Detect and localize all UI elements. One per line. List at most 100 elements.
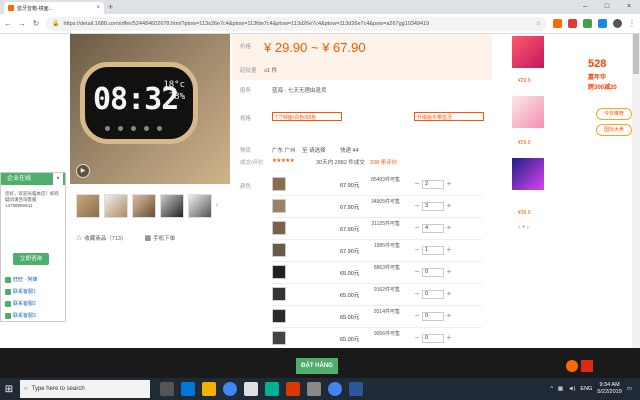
- maximize-icon[interactable]: □: [596, 0, 618, 14]
- reload-icon[interactable]: ↻: [32, 19, 40, 28]
- close-tab-icon[interactable]: ×: [96, 5, 100, 11]
- store-icon[interactable]: [244, 382, 258, 396]
- taskbar-clock[interactable]: 9:34 AM 5/22/2019: [597, 382, 621, 396]
- variant-thumbnail[interactable]: [272, 199, 286, 213]
- back-icon[interactable]: ←: [4, 19, 12, 28]
- network-icon[interactable]: ▦: [558, 386, 563, 392]
- variant-thumbnail[interactable]: [272, 177, 286, 191]
- chat-consult-button[interactable]: 立即咨询: [13, 253, 49, 265]
- variant-thumbnail[interactable]: [272, 221, 286, 235]
- recommend-item[interactable]: [512, 96, 544, 128]
- quantity-input[interactable]: 0: [422, 333, 444, 343]
- destination-select[interactable]: 至 请选择: [302, 146, 326, 154]
- quantity-input[interactable]: 1: [422, 245, 444, 255]
- increment-button[interactable]: +: [444, 201, 454, 211]
- tray-up-icon[interactable]: ^: [550, 386, 553, 392]
- taskbar-search[interactable]: ○ Type here to search: [20, 380, 150, 398]
- increment-button[interactable]: +: [444, 289, 454, 299]
- increment-button[interactable]: +: [444, 179, 454, 189]
- promo-banner[interactable]: 528 嘉年华 跨300减20: [586, 56, 632, 104]
- new-tab-button[interactable]: +: [108, 2, 113, 12]
- decrement-button[interactable]: −: [412, 223, 422, 233]
- app-icon[interactable]: [286, 382, 300, 396]
- increment-button[interactable]: +: [444, 223, 454, 233]
- star-icon[interactable]: ☆: [536, 20, 541, 27]
- browser-tab[interactable]: 蓝牙音箱-镜面... ×: [4, 2, 104, 14]
- quantity-input[interactable]: 0: [422, 289, 444, 299]
- order-button[interactable]: ĐẶT HÀNG: [296, 358, 338, 374]
- extension-icon[interactable]: [553, 19, 562, 28]
- thumb-next-icon[interactable]: ›: [216, 194, 218, 218]
- minimize-icon[interactable]: –: [574, 0, 596, 14]
- thumbnail[interactable]: [188, 194, 212, 218]
- thumbnail[interactable]: [160, 194, 184, 218]
- decrement-button[interactable]: −: [412, 201, 422, 211]
- decrement-button[interactable]: −: [412, 245, 422, 255]
- main-product-image[interactable]: 08:32 18°c 78% ▶: [70, 34, 230, 184]
- chat-link[interactable]: 联系客服1: [3, 287, 63, 297]
- variant-thumbnail[interactable]: [272, 243, 286, 257]
- app-icon[interactable]: [265, 382, 279, 396]
- close-window-icon[interactable]: ×: [618, 0, 640, 14]
- explorer-icon[interactable]: [202, 382, 216, 396]
- chat-link[interactable]: 联系客服2: [3, 299, 63, 309]
- omnibox[interactable]: 🔒 https://detail.1688.com/offer/52448460…: [46, 16, 547, 31]
- recommend-pager[interactable]: ‹ • ›: [518, 224, 529, 231]
- extension-icon[interactable]: [598, 19, 607, 28]
- extension-icon[interactable]: [568, 19, 577, 28]
- quantity-input[interactable]: 0: [422, 311, 444, 321]
- windows-start-icon[interactable]: ⊞: [0, 378, 18, 400]
- increment-button[interactable]: +: [444, 245, 454, 255]
- spec-option[interactable]: 升级版不带蓝牙: [414, 112, 484, 121]
- today-recommend-button[interactable]: 今日推荐: [596, 108, 632, 120]
- increment-button[interactable]: +: [444, 267, 454, 277]
- app-icon[interactable]: [349, 382, 363, 396]
- decrement-button[interactable]: −: [412, 267, 422, 277]
- thumbnail[interactable]: [104, 194, 128, 218]
- forward-icon[interactable]: →: [18, 19, 26, 28]
- recommend-item[interactable]: [512, 158, 544, 190]
- chat-link[interactable]: 旺旺 · 阿峰: [3, 275, 63, 285]
- task-view-icon[interactable]: [160, 382, 174, 396]
- chrome-icon[interactable]: [328, 382, 342, 396]
- thumbnail[interactable]: [76, 194, 100, 218]
- language-indicator[interactable]: ENG: [580, 386, 592, 392]
- url-text[interactable]: https://detail.1688.com/offer/5244846026…: [63, 21, 531, 27]
- decrement-button[interactable]: −: [412, 179, 422, 189]
- scrollbar-thumb[interactable]: [633, 34, 639, 74]
- phone-order-button[interactable]: ▦ 手机下单: [144, 234, 175, 242]
- profile-icon[interactable]: [613, 19, 622, 28]
- variant-thumbnail[interactable]: [272, 309, 286, 323]
- review-count[interactable]: 238 条评价: [370, 158, 397, 166]
- chrome-icon[interactable]: [223, 382, 237, 396]
- recommend-item[interactable]: [512, 36, 544, 68]
- favorite-button[interactable]: ☆ 收藏商品（713）: [76, 234, 126, 242]
- spec-option[interactable]: 7寸钟面/白色/68色: [272, 112, 342, 121]
- quantity-input[interactable]: 4: [422, 223, 444, 233]
- intl-button[interactable]: 国际大卖: [596, 124, 632, 136]
- variant-thumbnail[interactable]: [272, 265, 286, 279]
- increment-button[interactable]: +: [444, 333, 454, 343]
- variant-thumbnail[interactable]: [272, 331, 286, 345]
- app-icon[interactable]: [307, 382, 321, 396]
- volume-icon[interactable]: ◄): [568, 386, 575, 392]
- flag-icon[interactable]: [581, 360, 593, 372]
- fire-icon[interactable]: [566, 360, 578, 372]
- chat-close-icon[interactable]: ×: [53, 173, 63, 185]
- extension-icon[interactable]: [583, 19, 592, 28]
- menu-icon[interactable]: ⋮: [628, 19, 636, 28]
- notification-icon[interactable]: ▭: [627, 386, 632, 392]
- decrement-button[interactable]: −: [412, 311, 422, 321]
- decrement-button[interactable]: −: [412, 333, 422, 343]
- decrement-button[interactable]: −: [412, 289, 422, 299]
- quantity-input[interactable]: 2: [422, 179, 444, 189]
- quantity-input[interactable]: 0: [422, 267, 444, 277]
- quantity-input[interactable]: 3: [422, 201, 444, 211]
- edge-icon[interactable]: [181, 382, 195, 396]
- increment-button[interactable]: +: [444, 311, 454, 321]
- play-video-icon[interactable]: ▶: [76, 164, 90, 178]
- chat-link[interactable]: 联系客服3: [3, 311, 63, 321]
- variant-thumbnail[interactable]: [272, 287, 286, 301]
- scrollbar[interactable]: [632, 34, 640, 348]
- thumbnail[interactable]: [132, 194, 156, 218]
